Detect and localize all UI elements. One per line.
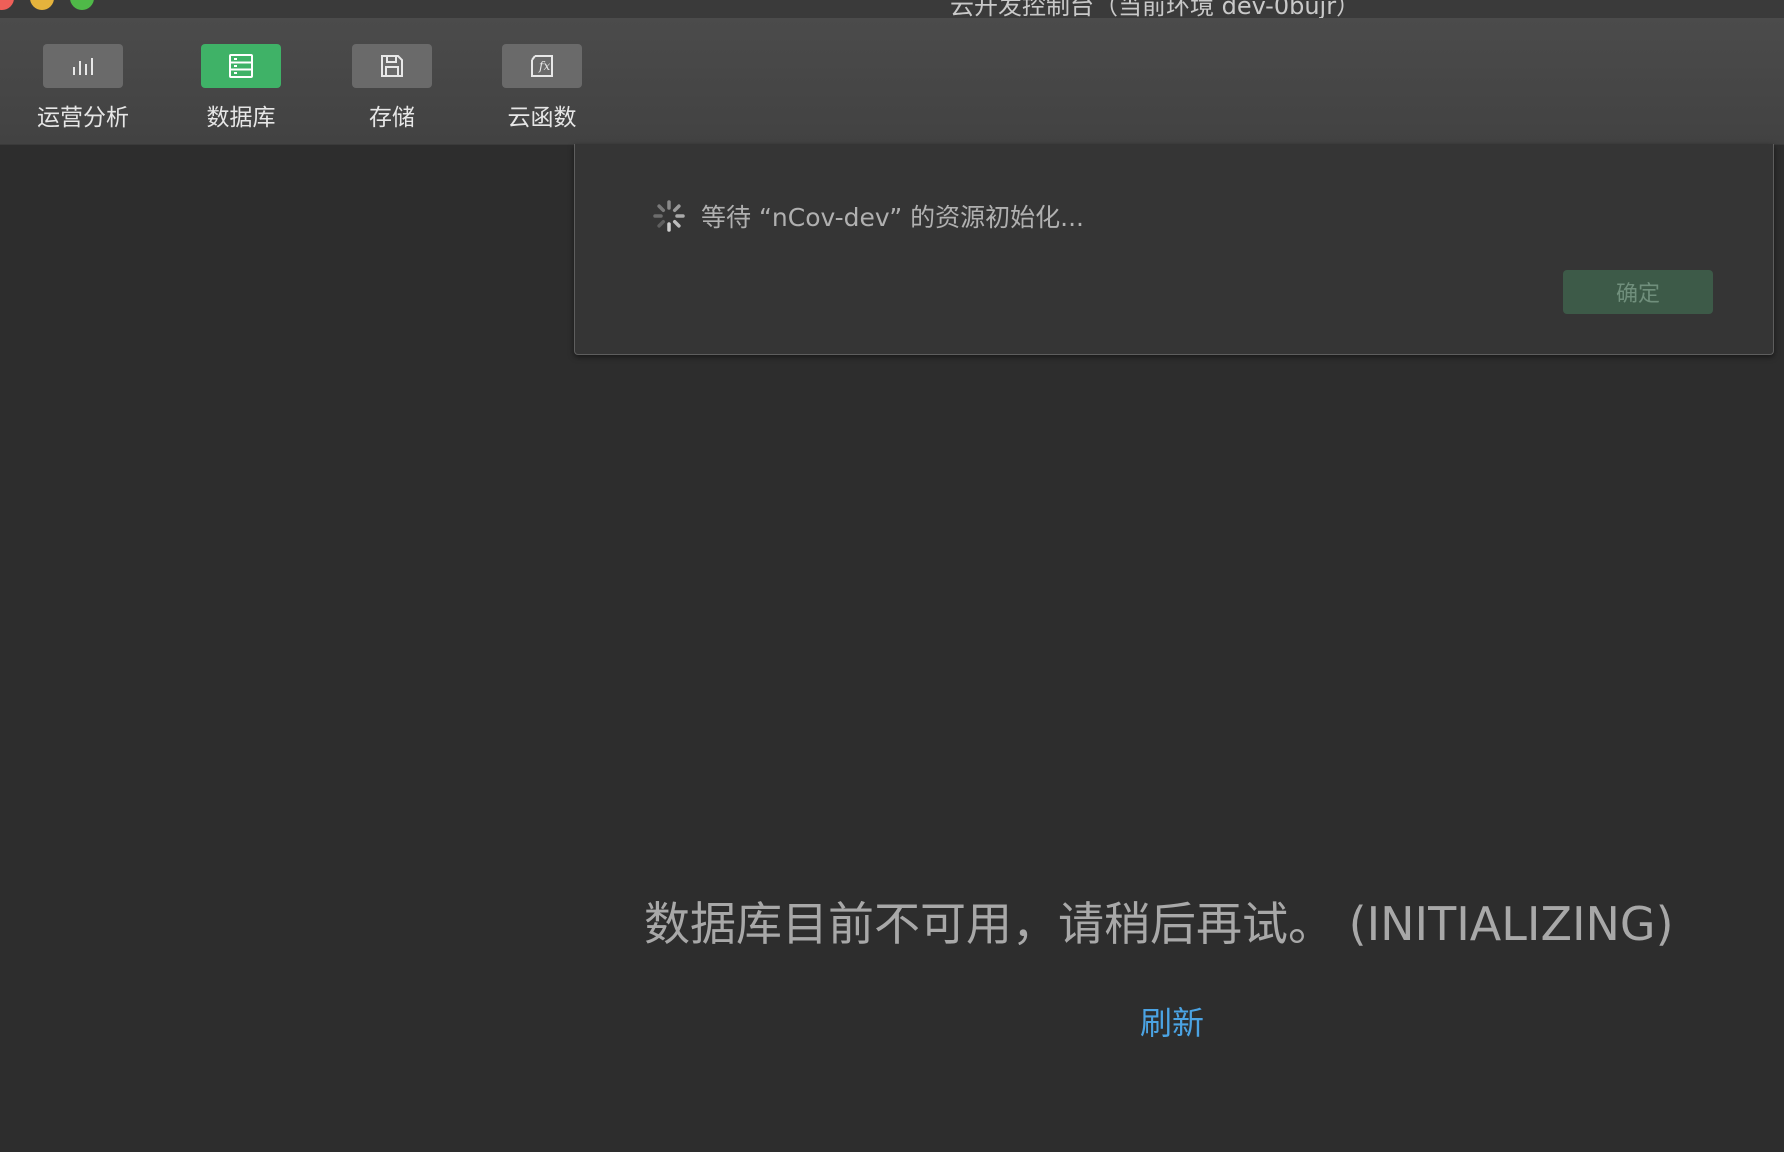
toolbar-analytics-label: 运营分析 bbox=[37, 105, 129, 131]
zoom-window-button[interactable] bbox=[70, 0, 94, 10]
loading-message: 等待 “nCov-dev” 的资源初始化... bbox=[701, 203, 1084, 232]
app-window: 云开发控制台（当前环境 dev-0bujr） 运营分析 数据库 存储 fx 云函… bbox=[0, 0, 1784, 1152]
database-icon bbox=[229, 54, 253, 78]
function-icon: fx bbox=[531, 55, 553, 77]
toolbar-functions-label: 云函数 bbox=[507, 105, 577, 131]
toolbar: 运营分析 数据库 存储 fx 云函数 bbox=[0, 18, 1784, 145]
toolbar-item-functions[interactable]: fx 云函数 bbox=[482, 44, 602, 132]
refresh-link[interactable]: 刷新 bbox=[1140, 998, 1204, 1044]
title-bar: 云开发控制台（当前环境 dev-0bujr） bbox=[0, 0, 1784, 18]
toolbar-database-button[interactable] bbox=[201, 44, 281, 88]
window-title: 云开发控制台（当前环境 dev-0bujr） bbox=[950, 0, 1361, 18]
spinner-icon bbox=[653, 200, 685, 232]
confirm-button[interactable]: 确定 bbox=[1563, 270, 1713, 314]
bar-chart-icon bbox=[73, 58, 93, 75]
toolbar-database-label: 数据库 bbox=[206, 105, 276, 131]
toolbar-analytics-button[interactable] bbox=[43, 44, 123, 88]
toolbar-item-storage[interactable]: 存储 bbox=[332, 44, 452, 132]
toolbar-storage-button[interactable] bbox=[352, 44, 432, 88]
toolbar-storage-label: 存储 bbox=[369, 105, 415, 131]
loading-dialog: 等待 “nCov-dev” 的资源初始化... 确定 bbox=[574, 144, 1774, 355]
minimize-window-button[interactable] bbox=[30, 0, 54, 10]
svg-text:fx: fx bbox=[538, 59, 550, 73]
toolbar-functions-button[interactable]: fx bbox=[502, 44, 582, 88]
toolbar-item-analytics[interactable]: 运营分析 bbox=[23, 44, 143, 132]
toolbar-item-database[interactable]: 数据库 bbox=[181, 44, 301, 132]
database-unavailable-message: 数据库目前不可用，请稍后再试。 (INITIALIZING) bbox=[644, 897, 1674, 951]
floppy-disk-icon bbox=[381, 55, 403, 77]
close-window-button[interactable] bbox=[0, 0, 14, 10]
